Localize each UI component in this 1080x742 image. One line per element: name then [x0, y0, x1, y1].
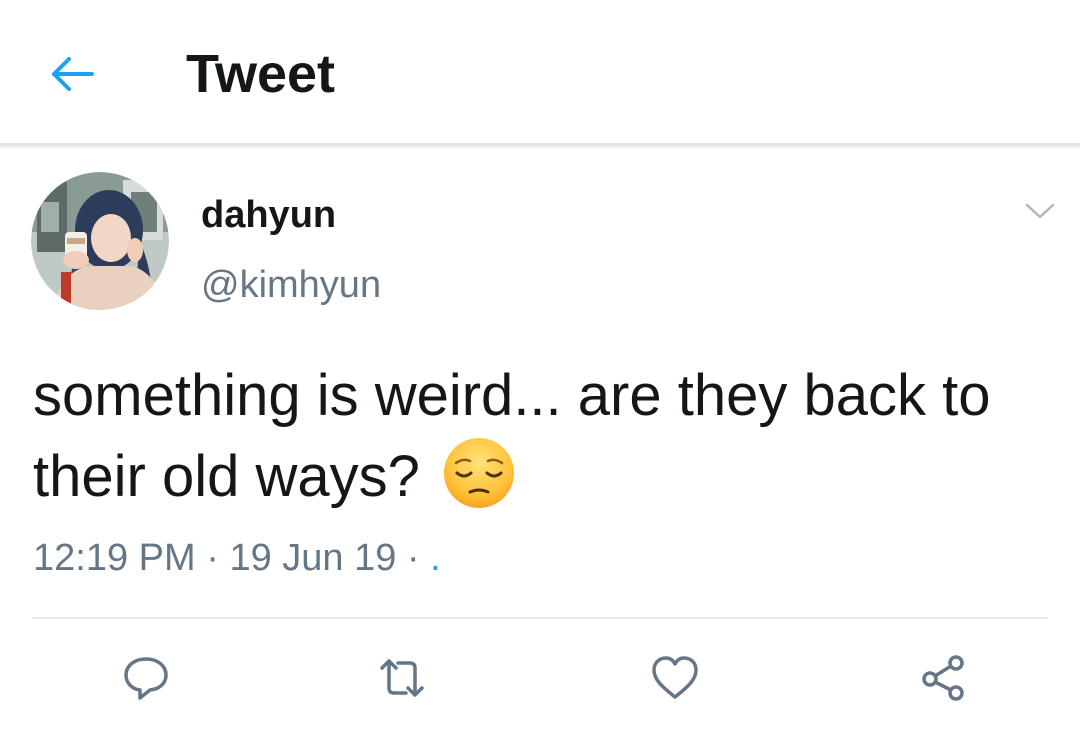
divider [32, 617, 1048, 619]
tweet-body: something is weird... are they back to t… [33, 356, 1053, 517]
tweet-source-link[interactable]: . [430, 537, 441, 579]
share-button[interactable] [913, 648, 973, 708]
tweet-menu-button[interactable] [1018, 194, 1062, 228]
tweet-detail-screen: Tweet dahyun @kimhyun something is weird… [0, 0, 1080, 742]
user-handle[interactable]: @kimhyun [201, 263, 381, 307]
meta-separator: · [406, 537, 420, 579]
avatar[interactable] [31, 172, 169, 310]
like-button[interactable] [645, 648, 705, 708]
tweet-time: 12:19 PM [33, 537, 196, 579]
meta-separator: · [206, 537, 219, 579]
tweet-timestamp: 12:19 PM · 19 Jun 19 · . [33, 535, 441, 581]
share-icon [922, 655, 964, 701]
reply-icon [124, 657, 168, 700]
chevron-down-icon [1025, 203, 1055, 219]
arrow-left-icon [52, 57, 94, 91]
heart-icon [652, 656, 698, 699]
tweet-date: 19 Jun 19 [229, 537, 397, 579]
top-bar: Tweet [0, 0, 1080, 145]
avatar-photo [31, 172, 169, 310]
retweet-button[interactable] [372, 648, 432, 708]
pensive-face-emoji [443, 438, 514, 508]
back-button[interactable] [44, 46, 100, 102]
reply-button[interactable] [116, 648, 176, 708]
retweet-icon [380, 659, 424, 697]
page-title: Tweet [186, 44, 336, 104]
display-name[interactable]: dahyun [201, 193, 336, 237]
